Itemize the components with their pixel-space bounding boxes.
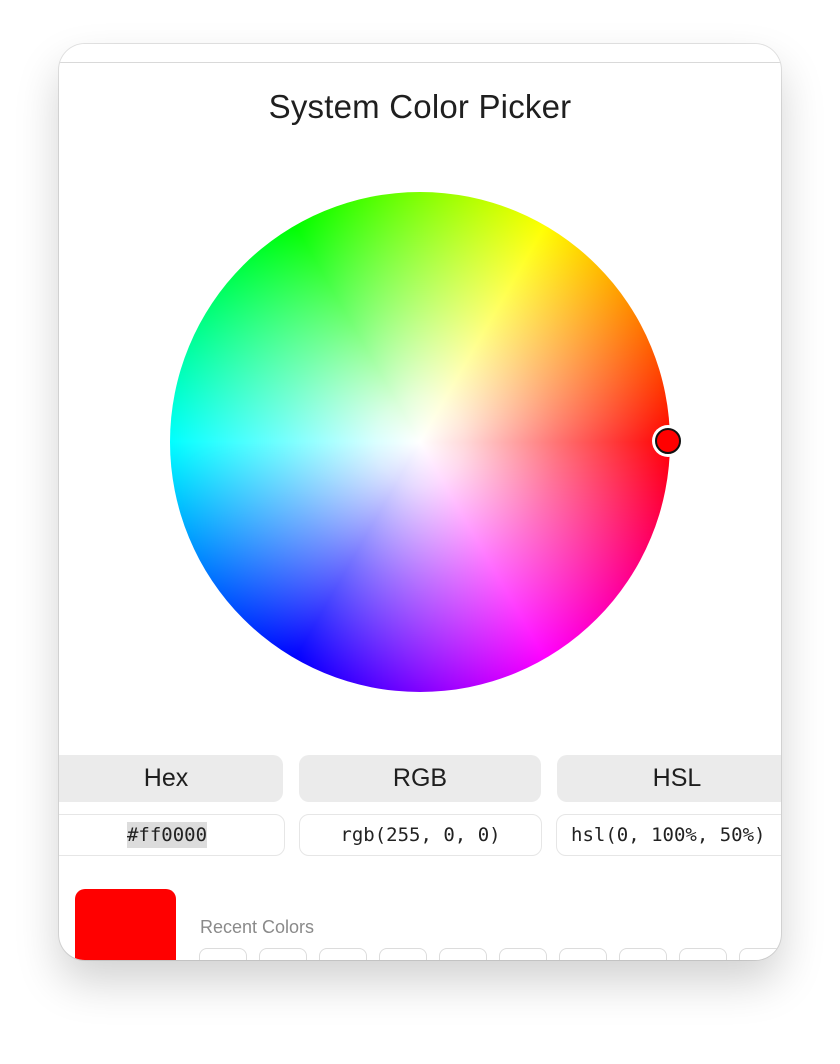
tab-rgb[interactable]: RGB xyxy=(299,755,541,802)
hsl-field[interactable]: hsl(0, 100%, 50%) xyxy=(556,814,781,856)
recent-color-slot[interactable] xyxy=(379,948,427,960)
tab-hsl[interactable]: HSL xyxy=(557,755,781,802)
rgb-value: rgb(255, 0, 0) xyxy=(340,824,501,846)
recent-color-slot[interactable] xyxy=(619,948,667,960)
recent-color-slot[interactable] xyxy=(559,948,607,960)
recent-color-slot[interactable] xyxy=(679,948,727,960)
recent-color-slot[interactable] xyxy=(499,948,547,960)
recent-colors-label: Recent Colors xyxy=(200,917,315,937)
color-wheel-handle[interactable] xyxy=(655,428,681,454)
recent-color-slot[interactable] xyxy=(739,948,781,960)
recent-colors-row xyxy=(199,948,781,960)
window-top-bar xyxy=(59,44,781,63)
hex-field[interactable]: #ff0000 xyxy=(59,814,285,856)
recent-color-slot[interactable] xyxy=(199,948,247,960)
recent-color-slot[interactable] xyxy=(259,948,307,960)
current-color-swatch[interactable] xyxy=(75,889,176,960)
rgb-field[interactable]: rgb(255, 0, 0) xyxy=(299,814,542,856)
color-wheel[interactable] xyxy=(170,192,670,692)
color-picker-window: System Color Picker Hex RGB HSL #ff0000 … xyxy=(59,44,781,960)
recent-color-slot[interactable] xyxy=(319,948,367,960)
hsl-value: hsl(0, 100%, 50%) xyxy=(571,824,766,846)
hex-value: #ff0000 xyxy=(126,822,208,848)
tab-hex[interactable]: Hex xyxy=(59,755,283,802)
recent-color-slot[interactable] xyxy=(439,948,487,960)
page-title: System Color Picker xyxy=(268,88,572,125)
